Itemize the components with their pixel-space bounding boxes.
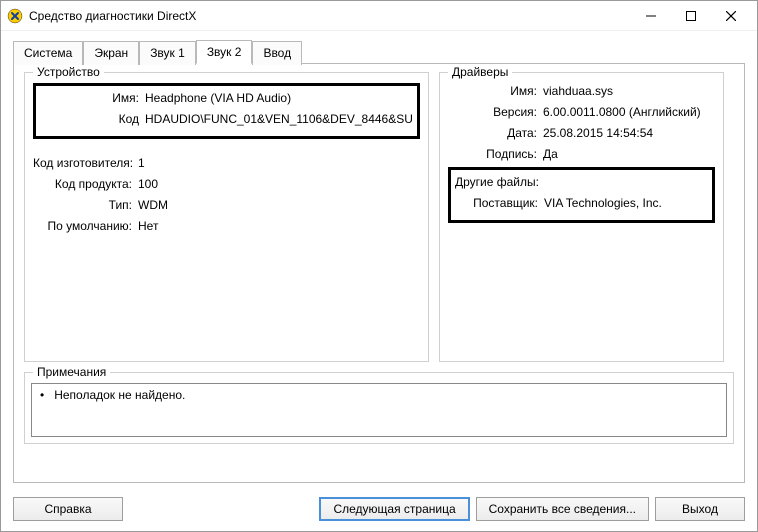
- driver-version-value: 6.00.0011.0800 (Английский): [543, 104, 715, 120]
- device-type-value: WDM: [138, 197, 420, 213]
- app-icon: [7, 8, 23, 24]
- notes-group: Примечания Неполадок не найдено.: [24, 372, 734, 444]
- tab-sound2[interactable]: Звук 2: [196, 40, 253, 64]
- next-page-button[interactable]: Следующая страница: [319, 497, 469, 521]
- tab-input[interactable]: Ввод: [252, 41, 302, 65]
- tab-strip: Система Экран Звук 1 Звук 2 Ввод: [13, 39, 745, 63]
- device-code-label: Код: [40, 111, 145, 127]
- help-button[interactable]: Справка: [13, 497, 123, 521]
- device-mfr-value: 1: [138, 155, 420, 171]
- drivers-group: Драйверы Имя: viahduaa.sys Версия: 6.00.…: [439, 72, 724, 362]
- minimize-button[interactable]: [631, 2, 671, 30]
- device-name-label: Имя:: [40, 90, 145, 106]
- device-type-label: Тип:: [33, 197, 138, 213]
- device-code-value: HDAUDIO\FUNC_01&VEN_1106&DEV_8446&SUBSYS…: [145, 111, 413, 127]
- driver-name-value: viahduaa.sys: [543, 83, 715, 99]
- maximize-button[interactable]: [671, 2, 711, 30]
- tab-screen[interactable]: Экран: [83, 41, 139, 65]
- driver-signed-value: Да: [543, 146, 715, 162]
- driver-signed-label: Подпись:: [448, 146, 543, 162]
- device-highlight: Имя: Headphone (VIA HD Audio) Код HDAUDI…: [33, 83, 420, 139]
- driver-other-value: [544, 174, 708, 190]
- tab-sound1[interactable]: Звук 1: [139, 41, 196, 65]
- device-product-value: 100: [138, 176, 420, 192]
- device-default-label: По умолчанию:: [33, 218, 138, 234]
- tab-system[interactable]: Система: [13, 41, 83, 65]
- driver-other-label: Другие файлы:: [455, 174, 544, 190]
- drivers-legend: Драйверы: [448, 65, 512, 79]
- content-area: Система Экран Звук 1 Звук 2 Ввод Устройс…: [1, 31, 757, 489]
- device-default-value: Нет: [138, 218, 420, 234]
- driver-date-label: Дата:: [448, 125, 543, 141]
- driver-vendor-label: Поставщик:: [455, 195, 544, 211]
- driver-date-value: 25.08.2015 14:54:54: [543, 125, 715, 141]
- save-all-button[interactable]: Сохранить все сведения...: [476, 497, 649, 521]
- footer: Справка Следующая страница Сохранить все…: [1, 489, 757, 531]
- close-button[interactable]: [711, 2, 751, 30]
- driver-name-label: Имя:: [448, 83, 543, 99]
- notes-item: Неполадок не найдено.: [40, 388, 718, 402]
- notes-box[interactable]: Неполадок не найдено.: [31, 383, 727, 437]
- window-title: Средство диагностики DirectX: [29, 9, 196, 23]
- main-window: Средство диагностики DirectX Система Экр…: [0, 0, 758, 532]
- tab-panel: Устройство Имя: Headphone (VIA HD Audio)…: [13, 63, 745, 483]
- device-product-label: Код продукта:: [33, 176, 138, 192]
- driver-vendor-value: VIA Technologies, Inc.: [544, 195, 708, 211]
- device-group: Устройство Имя: Headphone (VIA HD Audio)…: [24, 72, 429, 362]
- device-mfr-label: Код изготовителя:: [33, 155, 138, 171]
- titlebar: Средство диагностики DirectX: [1, 1, 757, 31]
- device-legend: Устройство: [33, 65, 104, 79]
- exit-button[interactable]: Выход: [655, 497, 745, 521]
- driver-version-label: Версия:: [448, 104, 543, 120]
- notes-legend: Примечания: [33, 365, 110, 379]
- drivers-highlight: Другие файлы: Поставщик: VIA Technologie…: [448, 167, 715, 223]
- device-name-value: Headphone (VIA HD Audio): [145, 90, 413, 106]
